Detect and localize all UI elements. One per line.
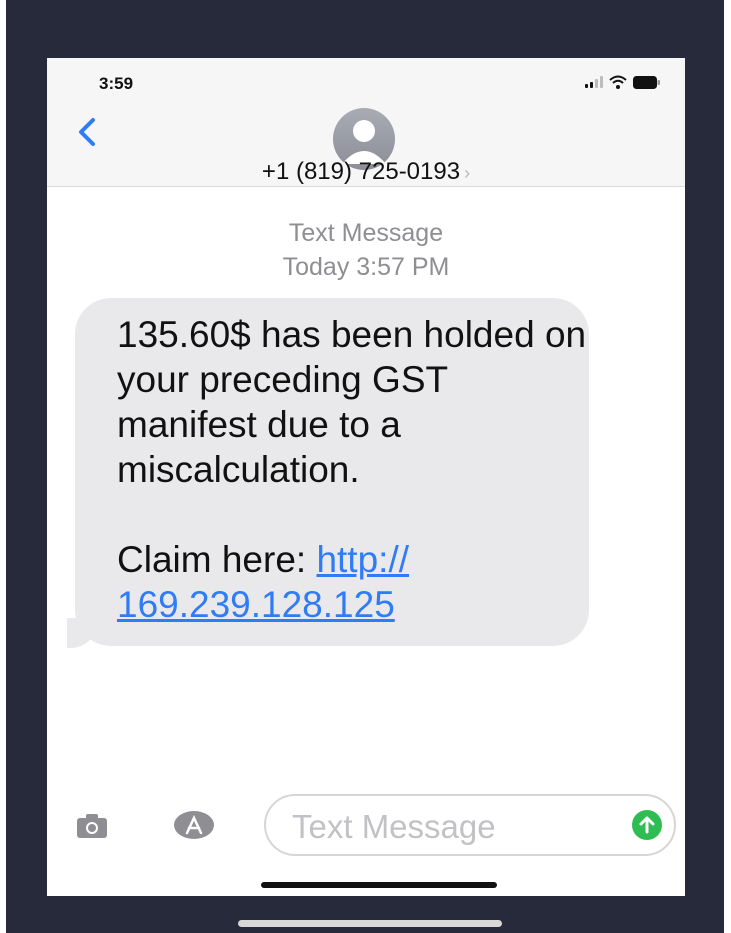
camera-icon[interactable] — [77, 814, 107, 838]
status-time: 3:59 — [99, 74, 134, 93]
message-text: 135.60$ has been holded on your precedin… — [117, 312, 587, 627]
contact-number: +1 (819) 725-0193 — [261, 158, 461, 185]
message-input-placeholder: Text Message — [292, 808, 496, 845]
claim-prefix: Claim here: — [117, 539, 317, 580]
cellular-signal-icon — [585, 76, 603, 88]
app-store-icon[interactable] — [173, 810, 215, 840]
message-meta: Text Message Today 3:57 PM — [47, 216, 685, 284]
thread-label: Text Message — [288, 219, 444, 247]
arrow-up-icon — [639, 816, 655, 834]
status-icons — [585, 75, 661, 89]
message-input[interactable]: Text Message — [264, 794, 676, 856]
messages-screen: 3:59 +1 (819) 725-0193 › Text Message To… — [47, 58, 685, 896]
conversation-header: 3:59 +1 (819) 725-0193 › — [47, 58, 685, 187]
battery-icon — [633, 75, 660, 89]
contact-chevron-icon: › — [464, 163, 471, 183]
phone-frame: 3:59 +1 (819) 725-0193 › Text Message To… — [6, 0, 724, 933]
device-home-indicator — [238, 920, 502, 927]
chevron-left-icon[interactable] — [73, 114, 103, 150]
message-timestamp: Today 3:57 PM — [282, 253, 450, 281]
message-claim: Claim here: http:// 169.239.128.125 — [117, 537, 587, 627]
wifi-icon — [609, 75, 627, 89]
send-button[interactable] — [632, 810, 662, 840]
home-indicator — [261, 882, 497, 888]
contact-name[interactable]: +1 (819) 725-0193 › — [47, 158, 685, 186]
message-body: 135.60$ has been holded on your precedin… — [117, 314, 587, 490]
